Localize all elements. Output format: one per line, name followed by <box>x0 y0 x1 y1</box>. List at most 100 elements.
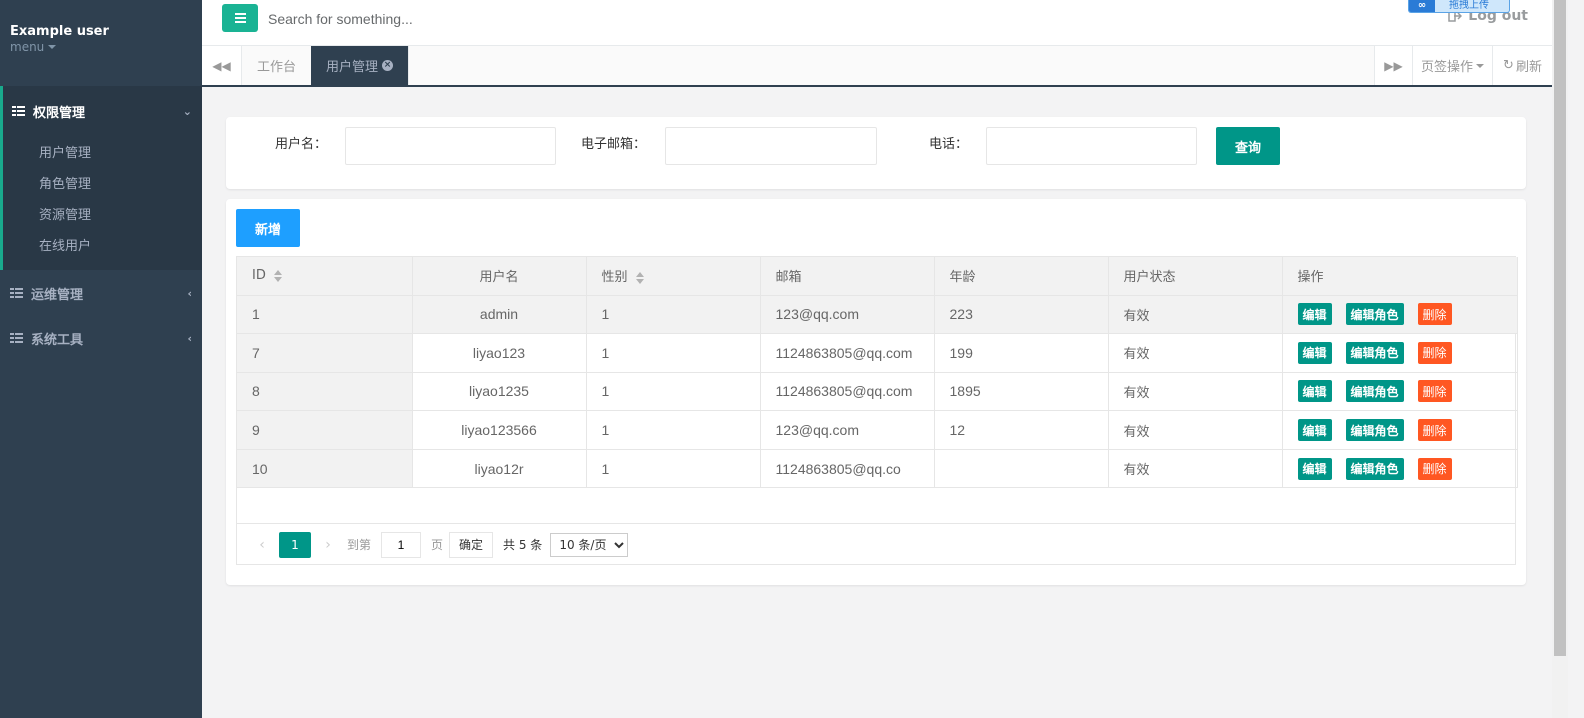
cell-id: 7 <box>237 333 413 373</box>
table-row[interactable]: 8 liyao1235 1 1124863805@qq.com 1895 有效 编辑 编辑角色… <box>237 372 1518 412</box>
cell-id: 10 <box>237 449 413 489</box>
nav-label: 权限管理 <box>33 105 86 121</box>
page-unit-label: 页 <box>431 538 444 552</box>
user-profile: Example user menu <box>0 0 202 86</box>
double-left-arrow-icon: ◀◀ <box>212 58 231 73</box>
chevron-left-icon: ‹ <box>187 286 192 300</box>
tab-user-management[interactable]: 用户管理 × <box>311 46 410 85</box>
edit-button[interactable]: 编辑 <box>1297 457 1332 480</box>
tab-label: 工作台 <box>257 60 297 75</box>
tab-label: 用户管理 <box>326 60 379 75</box>
column-header-actions: 操作 <box>1282 257 1518 296</box>
refresh-button[interactable]: ↻ 刷新 <box>1492 46 1552 85</box>
edit-button[interactable]: 编辑 <box>1297 341 1332 364</box>
goto-confirm-button[interactable]: 确定 <box>449 531 494 558</box>
chevron-down-icon: ⌄ <box>182 104 192 118</box>
vertical-scrollbar[interactable] <box>1552 0 1568 718</box>
list-icon <box>10 288 23 298</box>
main-content: 用户名： 电子邮箱： 电话： 查询 新增 ID 用户名 性别 邮箱 年龄 用户状… <box>202 87 1552 718</box>
cloud-logo-icon: ∞ <box>1409 0 1435 12</box>
column-header-email: 邮箱 <box>760 257 935 296</box>
page-ops-dropdown[interactable]: 页签操作 <box>1412 46 1492 85</box>
column-header-label: 用户状态 <box>1123 270 1176 286</box>
cell-email: 1124863805@qq.com <box>760 372 935 412</box>
tabs-scroll-left-button[interactable]: ◀◀ <box>202 46 242 85</box>
tab-workbench[interactable]: 工作台 <box>242 46 313 85</box>
column-header-gender[interactable]: 性别 <box>586 257 761 296</box>
sort-icon[interactable] <box>273 269 282 282</box>
table-row[interactable]: 1 admin 1 123@qq.com 223 有效 编辑 编辑角色 删除 <box>237 295 1518 335</box>
double-right-arrow-icon: ▶▶ <box>1384 58 1403 73</box>
hamburger-icon <box>234 13 246 15</box>
cell-id: 1 <box>237 295 413 335</box>
email-field[interactable] <box>665 127 877 165</box>
sidebar-item-roles[interactable]: 角色管理 <box>3 167 202 198</box>
delete-button[interactable]: 删除 <box>1417 457 1452 480</box>
table-header-row: ID 用户名 性别 邮箱 年龄 用户状态 操作 <box>237 257 1518 296</box>
refresh-label: 刷新 <box>1515 60 1542 75</box>
edit-role-button[interactable]: 编辑角色 <box>1345 303 1404 326</box>
delete-button[interactable]: 删除 <box>1417 341 1452 364</box>
nav-label: 运维管理 <box>31 287 84 303</box>
user-menu-label: menu <box>10 40 45 54</box>
sidebar-item-online-users[interactable]: 在线用户 <box>3 229 202 260</box>
column-header-username: 用户名 <box>412 257 587 296</box>
column-header-label: ID <box>252 268 266 284</box>
column-header-age: 年龄 <box>934 257 1109 296</box>
edit-button[interactable]: 编辑 <box>1297 380 1332 403</box>
hamburger-icon-line <box>234 17 246 19</box>
sidebar-item-resources[interactable]: 资源管理 <box>3 198 202 229</box>
edit-role-button[interactable]: 编辑角色 <box>1345 380 1404 403</box>
prev-page-icon[interactable]: ‹ <box>249 537 275 553</box>
search-input[interactable] <box>268 6 768 32</box>
edit-role-button[interactable]: 编辑角色 <box>1345 419 1404 442</box>
table-row[interactable]: 9 liyao123566 1 123@qq.com 12 有效 编辑 编辑角色 删除 <box>237 410 1518 450</box>
phone-label: 电话： <box>929 137 969 152</box>
column-header-id[interactable]: ID <box>237 257 413 296</box>
sidebar-item-users[interactable]: 用户管理 <box>3 136 202 167</box>
column-header-status: 用户状态 <box>1108 257 1283 296</box>
column-header-label: 用户名 <box>479 270 519 286</box>
cell-actions: 编辑 编辑角色 删除 <box>1282 372 1518 412</box>
list-icon <box>10 333 23 343</box>
delete-button[interactable]: 删除 <box>1417 380 1452 403</box>
edit-button[interactable]: 编辑 <box>1297 303 1332 326</box>
user-table: ID 用户名 性别 邮箱 年龄 用户状态 操作 1 admin 1 123@qq.co… <box>236 256 1518 565</box>
nav-head-ops[interactable]: 运维管理 ‹ <box>0 270 202 316</box>
phone-field[interactable] <box>986 127 1197 165</box>
total-count: 共 5 条 <box>503 538 543 552</box>
nav-group-permission: 权限管理 ⌄ 用户管理 角色管理 资源管理 在线用户 <box>0 86 202 270</box>
goto-page-input[interactable] <box>381 531 422 558</box>
search-form-card: 用户名： 电子邮箱： 电话： 查询 <box>226 117 1526 189</box>
top-header: Log out <box>202 0 1552 46</box>
refresh-icon: ↻ <box>1503 58 1514 73</box>
page-button-current[interactable]: 1 <box>279 531 311 558</box>
tabs-scroll-right-button[interactable]: ▶▶ <box>1374 46 1412 85</box>
next-page-icon[interactable]: › <box>315 537 341 553</box>
upload-badge-label: 拖拽上传 <box>1449 0 1489 11</box>
close-icon[interactable]: × <box>382 60 394 71</box>
sort-icon[interactable] <box>635 271 644 284</box>
page-size-select[interactable]: 10 条/页 <box>550 532 629 557</box>
user-menu-dropdown[interactable]: menu <box>10 40 192 54</box>
upload-badge[interactable]: ∞ 拖拽上传 <box>1408 0 1510 13</box>
scrollbar-thumb[interactable] <box>1554 0 1566 656</box>
nav-head-permission[interactable]: 权限管理 ⌄ <box>3 86 202 136</box>
hamburger-icon-line <box>234 21 246 23</box>
edit-role-button[interactable]: 编辑角色 <box>1345 457 1404 480</box>
table-row[interactable]: 7 liyao123 1 1124863805@qq.com 199 有效 编辑 编辑角色 删除 <box>237 333 1518 373</box>
cell-id: 8 <box>237 372 413 412</box>
delete-button[interactable]: 删除 <box>1417 303 1452 326</box>
sidebar: Example user menu 权限管理 ⌄ 用户管理 角色管理 资源管理 … <box>0 0 202 718</box>
menu-toggle-button[interactable] <box>222 4 258 32</box>
edit-role-button[interactable]: 编辑角色 <box>1345 341 1404 364</box>
delete-button[interactable]: 删除 <box>1417 419 1452 442</box>
nav-head-tools[interactable]: 系统工具 ‹ <box>0 316 202 360</box>
query-button[interactable]: 查询 <box>1216 127 1280 165</box>
cell-status: 有效 <box>1108 372 1283 412</box>
table-row[interactable]: 10 liyao12r 1 1124863805@qq.co 有效 编辑 编辑角色 删除 <box>237 449 1518 489</box>
edit-button[interactable]: 编辑 <box>1297 419 1332 442</box>
page-ops-label: 页签操作 <box>1420 60 1473 75</box>
username-field[interactable] <box>345 127 556 165</box>
add-user-button[interactable]: 新增 <box>236 209 300 247</box>
